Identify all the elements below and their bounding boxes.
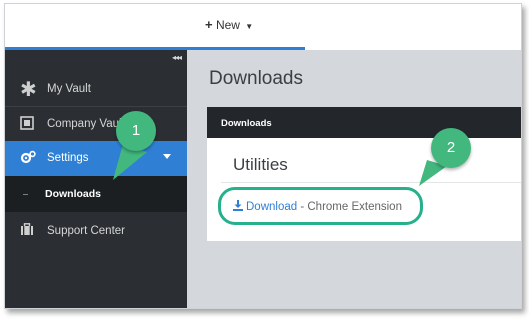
- callout-badge-2: 2: [431, 128, 471, 168]
- callout-badge-1: 1: [116, 111, 156, 151]
- app-window: + New ▼ ◂◂◂ ✱ My Vault Company Vault Set…: [4, 3, 522, 309]
